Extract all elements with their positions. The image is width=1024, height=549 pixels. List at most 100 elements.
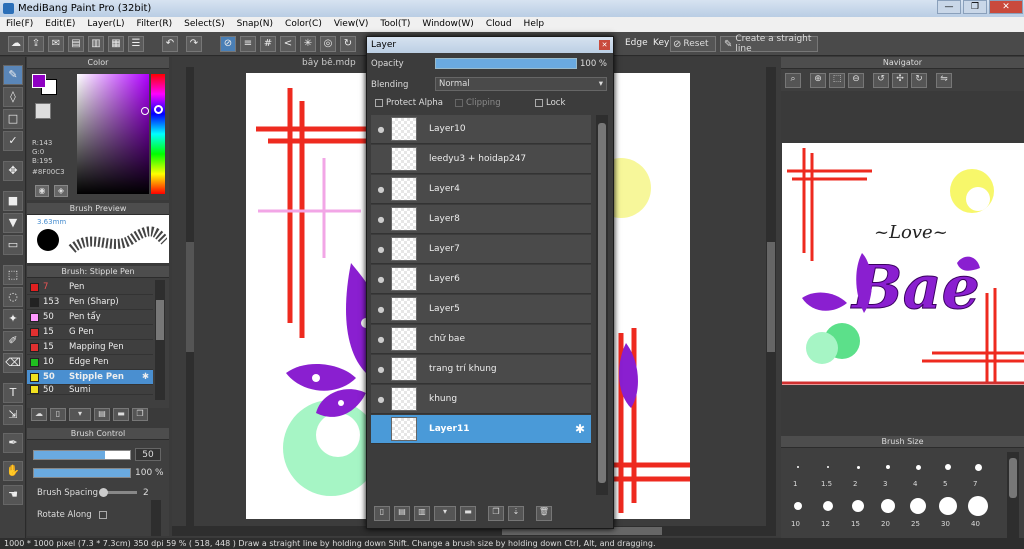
cloud-icon[interactable]: ☁ [8,36,24,52]
layer-row[interactable]: ● Layer8 [371,205,591,234]
cloud-brush-icon[interactable]: ☁ [31,408,47,421]
comment-icon[interactable]: ✉ [48,36,64,52]
layer-row-selected[interactable]: Layer11 ✱ [371,415,591,444]
snap-cross-icon[interactable]: # [260,36,276,52]
canvas-vscroll[interactable] [766,67,776,527]
brush-size-slider[interactable] [33,450,131,460]
brush-item[interactable]: 15 Mapping Pen [27,340,153,355]
eye-icon[interactable]: ● [371,395,391,404]
eye-icon[interactable]: ● [371,275,391,284]
gear-icon[interactable]: ✱ [575,422,585,436]
select-eraser-icon[interactable]: ⌫ [3,353,23,373]
brush-list-scrollbar[interactable] [155,280,165,400]
snap-curve-icon[interactable]: ↻ [340,36,356,52]
brush-folder-icon[interactable]: ▬ [113,408,129,421]
new-halftone-layer-icon[interactable]: ▤ [394,505,410,521]
eye-icon[interactable]: ● [371,215,391,224]
canvas-left-scroll[interactable] [186,67,194,527]
eye-icon[interactable]: ● [371,245,391,254]
eraser-tool-icon[interactable]: ◊ [3,87,23,107]
select-rect-tool-icon[interactable]: □ [3,109,23,129]
zoom-out-icon[interactable]: ⊖ [848,73,864,88]
undo-icon[interactable]: ↶ [162,36,178,52]
brush-item-selected[interactable]: 50 Stipple Pen ✱ [27,370,153,385]
rotate-left-icon[interactable]: ↺ [873,73,889,88]
menu-cloud[interactable]: Cloud [480,17,518,32]
brush-item[interactable]: 7 Pen [27,280,153,295]
brush-size-value[interactable]: 50 [135,448,161,461]
layer-row[interactable]: ● Layer7 [371,235,591,264]
flip-horizontal-icon[interactable]: ⇋ [936,73,952,88]
eye-icon[interactable]: ● [371,305,391,314]
layer-folder-icon[interactable]: ▬ [460,505,476,521]
eyedropper-icon[interactable]: ✒ [3,433,23,453]
rotate-right-icon[interactable]: ↻ [911,73,927,88]
hue-cursor[interactable] [154,105,163,114]
menu-color[interactable]: Color(C) [279,17,328,32]
close-button[interactable]: ✕ [989,0,1023,14]
eye-icon[interactable]: ● [371,185,391,194]
layer-row[interactable]: ● Layer10 [371,115,591,144]
document-tab[interactable]: bây bê.mdp [302,58,356,68]
protect-alpha-checkbox[interactable]: Protect Alpha [375,98,443,108]
maximize-button[interactable]: ❐ [963,0,987,14]
menu-window[interactable]: Window(W) [416,17,479,32]
menu-edit[interactable]: Edit(E) [39,17,81,32]
zoom-in-icon[interactable]: ⊕ [810,73,826,88]
snap-radial-icon[interactable]: ✳ [300,36,316,52]
menu-filter[interactable]: Filter(R) [131,17,179,32]
snap-off-icon[interactable]: ⊘ [220,36,236,52]
snap-vanish-icon[interactable]: < [280,36,296,52]
redo-icon[interactable]: ↷ [186,36,202,52]
shape-tool-icon[interactable]: ■ [3,191,23,211]
brush-item[interactable]: 50 Sumi [27,385,153,395]
layer-row[interactable]: ● trang trí khung [371,355,591,384]
menu-layer[interactable]: Layer(L) [81,17,130,32]
layer-row[interactable]: ● khung [371,385,591,414]
layer-row[interactable]: ● chữ bae [371,325,591,354]
close-icon[interactable]: ✕ [599,40,610,50]
snap-parallel-icon[interactable]: ≡ [240,36,256,52]
page-icon[interactable]: ▥ [88,36,104,52]
menu-snap[interactable]: Snap(N) [231,17,279,32]
add-layer-menu-icon[interactable]: ▾ [434,505,456,521]
reset-button[interactable]: ⊘ Reset [670,36,716,52]
menu-select[interactable]: Select(S) [178,17,231,32]
navigator-preview[interactable]: ~Love~ Bae [782,143,1024,385]
layer-row[interactable]: leedyu3 + hoidap247 [371,145,591,174]
gradient-tool-icon[interactable]: ▭ [3,235,23,255]
share-icon[interactable]: ⇪ [28,36,44,52]
minimize-button[interactable]: — [937,0,961,14]
lasso-tool-icon[interactable]: ◌ [3,287,23,307]
new-8bit-layer-icon[interactable]: ▥ [414,505,430,521]
menu-file[interactable]: File(F) [0,17,39,32]
clipping-checkbox[interactable]: Clipping [455,98,501,108]
eye-icon[interactable]: ● [371,365,391,374]
straight-line-button[interactable]: ✎ Create a straight line [720,34,818,54]
fit-window-icon[interactable]: ⬚ [829,73,845,88]
list-icon[interactable]: ☰ [128,36,144,52]
eye-icon[interactable]: ● [371,335,391,344]
layer-row[interactable]: ● Layer4 [371,175,591,204]
dot-tool-icon[interactable]: ✓ [3,131,23,151]
menu-help[interactable]: Help [518,17,551,32]
primary-color-swatch[interactable] [32,74,46,88]
brush-settings-icon[interactable]: ▤ [94,408,110,421]
palette-settings-icon[interactable]: ◈ [54,185,68,197]
saturation-value-picker[interactable] [77,74,149,194]
duplicate-layer-icon[interactable]: ❐ [488,505,504,521]
hand-tool-alt-icon[interactable]: ☚ [3,485,23,505]
operation-tool-icon[interactable]: ⇲ [3,405,23,425]
hand-tool-icon[interactable]: ✋ [3,461,23,481]
layer-row[interactable]: ● Layer6 [371,265,591,294]
layer-row[interactable]: ● Layer5 [371,295,591,324]
eye-icon[interactable]: ● [371,125,391,134]
brush-item[interactable]: 15 G Pen [27,325,153,340]
brush-spacing-slider[interactable] [99,488,137,497]
magic-wand-icon[interactable]: ✦ [3,309,23,329]
layer-list-scrollbar[interactable] [596,115,608,495]
menu-tool[interactable]: Tool(T) [374,17,416,32]
bucket-tool-icon[interactable]: ▼ [3,213,23,233]
add-brush-icon[interactable]: ▾ [69,408,91,421]
brush-item[interactable]: 153 Pen (Sharp) [27,295,153,310]
